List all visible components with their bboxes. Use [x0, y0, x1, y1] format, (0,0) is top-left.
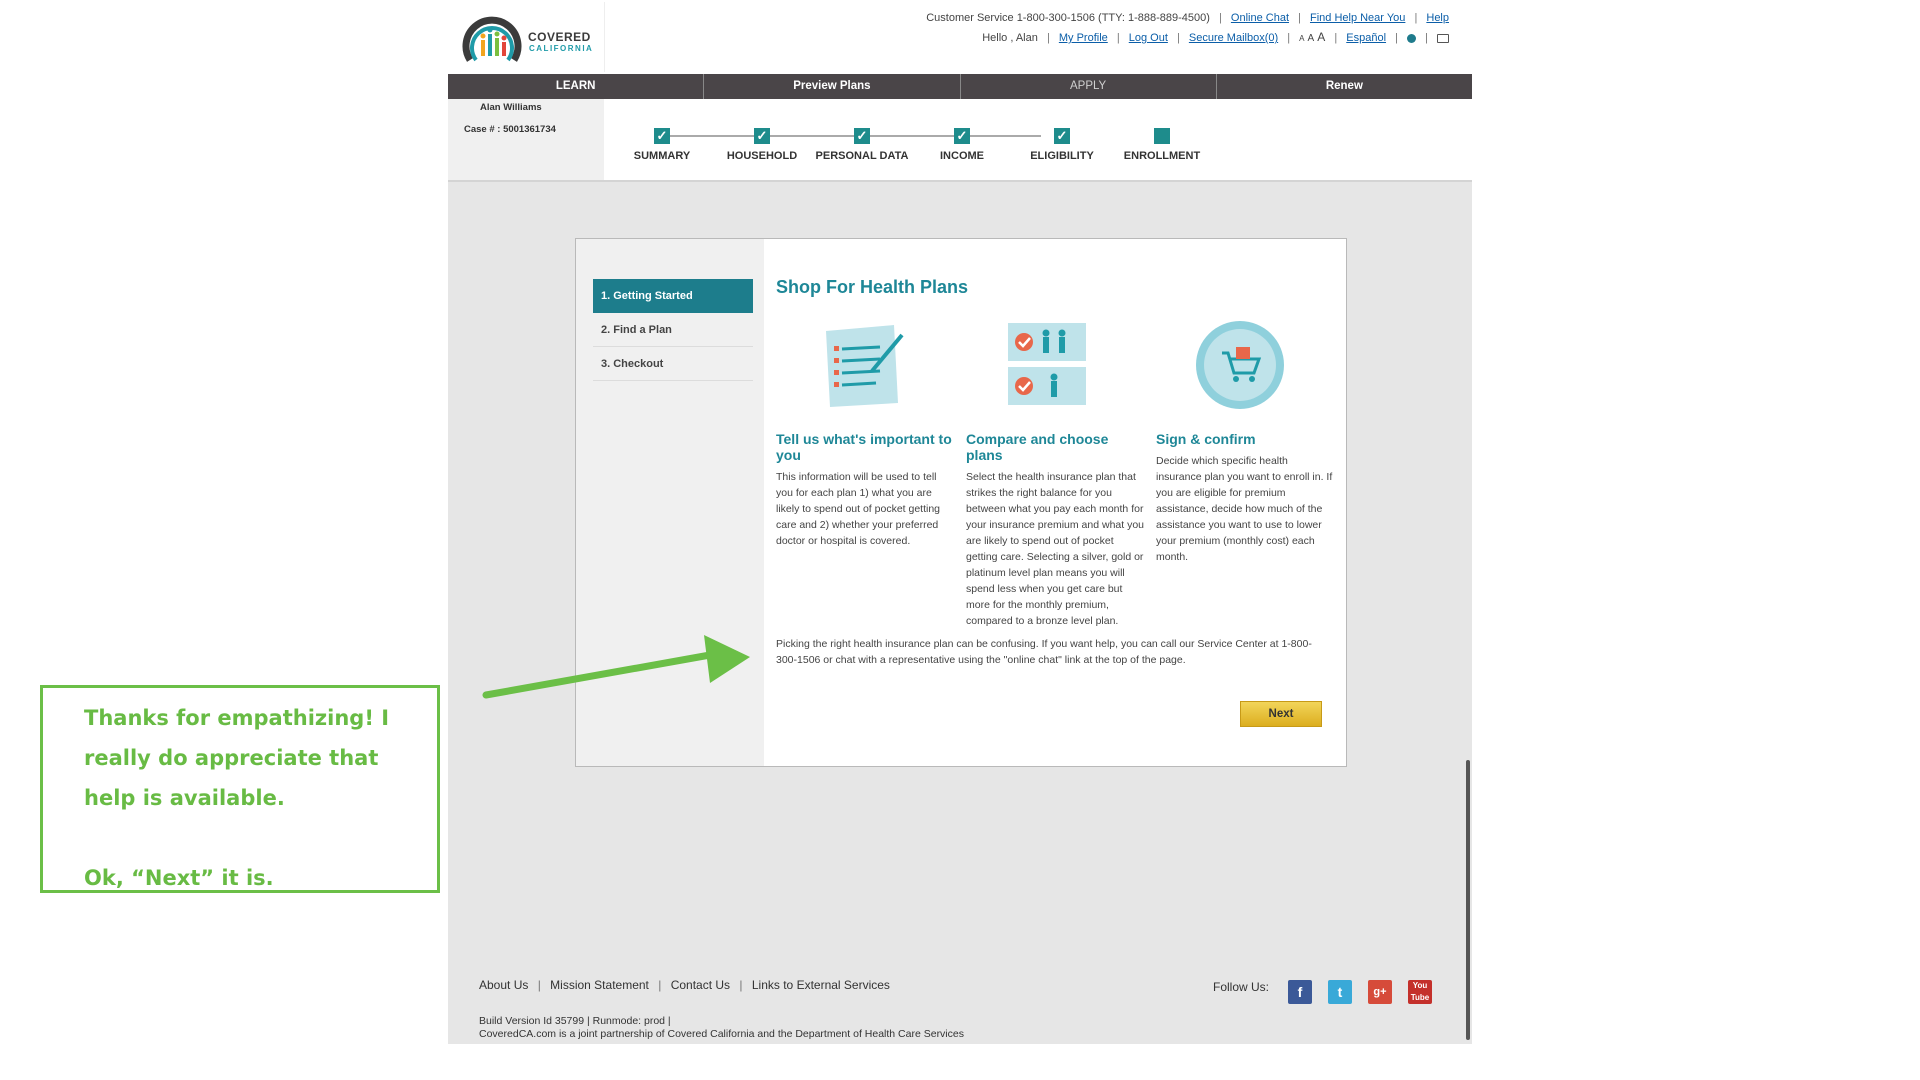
- checklist-icon: [826, 325, 904, 407]
- sidebar-item-getting-started[interactable]: 1. Getting Started: [593, 279, 753, 313]
- step-personal-data: ✓ PERSONAL DATA: [812, 128, 912, 162]
- scrollbar[interactable]: [1466, 760, 1470, 1040]
- column-text: Select the health insurance plan that st…: [966, 471, 1145, 627]
- youtube-icon[interactable]: You Tube: [1408, 980, 1432, 1004]
- column-text: Decide which specific health insurance p…: [1156, 455, 1333, 563]
- logo-text-covered: COVERED: [528, 30, 591, 44]
- check-icon: ✓: [654, 128, 670, 144]
- check-icon: ✓: [754, 128, 770, 144]
- browser-page: COVERED CALIFORNIA Customer Service 1-80…: [448, 0, 1472, 1044]
- step-eligibility: ✓ ELIGIBILITY: [1012, 128, 1112, 162]
- globe-icon[interactable]: [1407, 33, 1417, 43]
- next-button[interactable]: Next: [1240, 701, 1322, 727]
- column-tell-us: Tell us what's important to you This inf…: [776, 321, 954, 549]
- main-nav: LEARN Preview Plans APPLY Renew: [448, 74, 1472, 99]
- customer-service-text: Customer Service 1-800-300-1506 (TTY: 1-…: [926, 12, 1210, 24]
- secure-mailbox-link[interactable]: Secure Mailbox(0): [1189, 32, 1278, 44]
- site-header: COVERED CALIFORNIA Customer Service 1-80…: [448, 0, 1472, 74]
- subheader: Alan Williams Case # : 5001361734 ✓ SUMM…: [448, 99, 1472, 182]
- logo-text-california: CALIFORNIA: [529, 44, 594, 53]
- sidebar-item-checkout[interactable]: 3. Checkout: [593, 347, 753, 381]
- column-title: Compare and choose plans: [966, 431, 1109, 463]
- mission-statement-link[interactable]: Mission Statement: [550, 978, 649, 992]
- external-services-link[interactable]: Links to External Services: [752, 978, 890, 992]
- print-icon[interactable]: [1437, 33, 1449, 43]
- column-compare: Compare and choose plans Select the heal…: [966, 321, 1144, 629]
- step-enrollment: ENROLLMENT: [1112, 128, 1212, 162]
- google-plus-icon[interactable]: g+: [1368, 980, 1392, 1004]
- contact-us-link[interactable]: Contact Us: [671, 978, 730, 992]
- footer-links: About Us | Mission Statement | Contact U…: [479, 978, 890, 992]
- facebook-icon[interactable]: f: [1288, 980, 1312, 1004]
- user-panel: Alan Williams Case # : 5001361734: [448, 99, 604, 180]
- column-text: This information will be used to tell yo…: [776, 471, 941, 547]
- sign-illustration: [1156, 321, 1334, 411]
- user-name: Alan Williams: [480, 102, 542, 113]
- help-text: Picking the right health insurance plan …: [776, 638, 1312, 666]
- utility-row-2: Hello , Alan | My Profile | Log Out | Se…: [982, 30, 1449, 44]
- check-icon: ✓: [1054, 128, 1070, 144]
- my-profile-link[interactable]: My Profile: [1059, 32, 1108, 44]
- annotation-text: Thanks for empathizing! I really do appr…: [84, 706, 390, 890]
- compare-people-icon: [1008, 323, 1086, 405]
- annotation-arrow-icon: [482, 635, 750, 699]
- step-label: ELIGIBILITY: [1030, 150, 1094, 162]
- step-label: INCOME: [940, 150, 984, 162]
- step-household: ✓ HOUSEHOLD: [712, 128, 812, 162]
- step-label: HOUSEHOLD: [726, 150, 798, 162]
- check-icon: ✓: [854, 128, 870, 144]
- tab-learn[interactable]: LEARN: [448, 74, 705, 99]
- shopping-cart-badge-icon: [1196, 321, 1284, 409]
- twitter-icon[interactable]: t: [1328, 980, 1352, 1004]
- tab-preview-plans[interactable]: Preview Plans: [704, 74, 961, 99]
- partnership-text: CoveredCA.com is a joint partnership of …: [479, 1028, 964, 1040]
- help-link[interactable]: Help: [1426, 12, 1449, 24]
- annotation-note: Thanks for empathizing! I really do appr…: [40, 685, 440, 893]
- compare-illustration: [966, 321, 1144, 411]
- case-number: Case # : 5001361734: [464, 124, 556, 135]
- online-chat-link[interactable]: Online Chat: [1231, 12, 1289, 24]
- font-size-large-button[interactable]: A: [1317, 30, 1325, 44]
- find-help-link[interactable]: Find Help Near You: [1310, 12, 1405, 24]
- build-version-text: Build Version Id 35799 | Runmode: prod |: [479, 1015, 671, 1027]
- step-summary: ✓ SUMMARY: [612, 128, 712, 162]
- tab-apply[interactable]: APPLY: [961, 74, 1217, 99]
- font-size-medium-button[interactable]: A: [1308, 33, 1315, 44]
- about-us-link[interactable]: About Us: [479, 978, 528, 992]
- progress-tracker: ✓ SUMMARY ✓ HOUSEHOLD ✓ PERSONAL DATA ✓ …: [612, 99, 1200, 180]
- column-title: Sign & confirm: [1156, 431, 1256, 447]
- column-sign: Sign & confirm Decide which specific hea…: [1156, 321, 1334, 565]
- step-label: SUMMARY: [633, 150, 691, 162]
- follow-us-label: Follow Us:: [1213, 980, 1270, 994]
- sidebar-item-find-a-plan[interactable]: 2. Find a Plan: [593, 313, 753, 347]
- current-step-icon: [1154, 128, 1170, 144]
- font-size-small-button[interactable]: A: [1299, 34, 1304, 43]
- step-label: ENROLLMENT: [1123, 150, 1201, 162]
- language-link[interactable]: Español: [1346, 32, 1386, 44]
- covered-california-logo[interactable]: COVERED CALIFORNIA: [450, 2, 605, 72]
- column-title: Tell us what's important to you: [776, 431, 952, 463]
- utility-row-1: Customer Service 1-800-300-1506 (TTY: 1-…: [926, 12, 1449, 24]
- greeting-text: Hello , Alan: [982, 32, 1038, 44]
- step-label: PERSONAL DATA: [815, 150, 909, 162]
- tab-renew[interactable]: Renew: [1217, 74, 1472, 99]
- check-icon: ✓: [954, 128, 970, 144]
- step-income: ✓ INCOME: [912, 128, 1012, 162]
- page-title: Shop For Health Plans: [776, 277, 969, 297]
- checklist-illustration: [776, 321, 954, 411]
- logo-mark-icon: [462, 16, 522, 62]
- log-out-link[interactable]: Log Out: [1129, 32, 1168, 44]
